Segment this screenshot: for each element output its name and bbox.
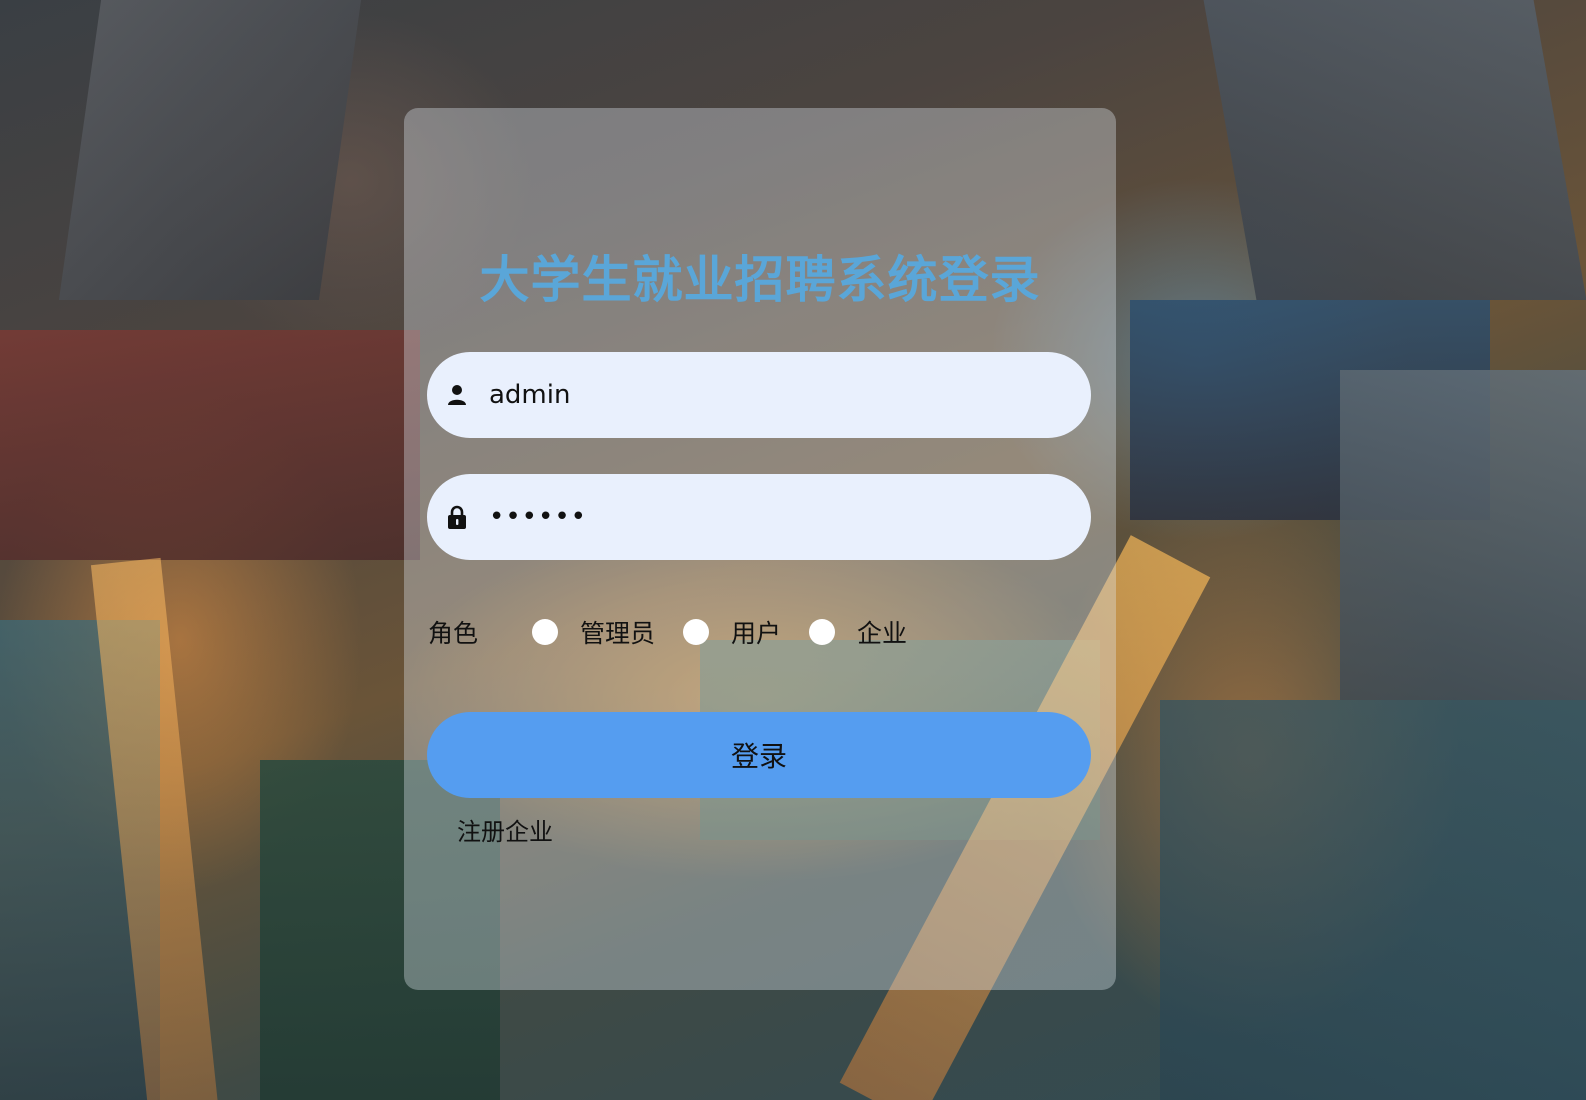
password-input[interactable] — [487, 501, 1071, 533]
register-company-link[interactable]: 注册企业 — [457, 812, 553, 847]
building — [1340, 370, 1586, 700]
building — [0, 330, 420, 560]
role-option-label: 企业 — [857, 619, 908, 648]
building — [1160, 700, 1586, 1100]
role-option-user[interactable]: 用户 — [683, 614, 781, 650]
role-option-admin[interactable]: 管理员 — [532, 614, 655, 650]
user-icon — [445, 383, 469, 407]
role-option-company[interactable]: 企业 — [809, 614, 907, 650]
login-button[interactable]: 登录 — [427, 712, 1091, 798]
page-title: 大学生就业招聘系统登录 — [479, 251, 1041, 309]
username-field[interactable] — [427, 352, 1091, 438]
lock-icon — [445, 505, 469, 529]
radio-button[interactable] — [809, 619, 836, 645]
radio-button[interactable] — [532, 619, 559, 645]
role-label: 角色 — [428, 619, 479, 648]
radio-button[interactable] — [683, 619, 710, 645]
role-option-label: 用户 — [731, 619, 782, 648]
password-field[interactable] — [427, 474, 1091, 560]
building — [1203, 0, 1586, 300]
username-input[interactable] — [487, 379, 1071, 411]
role-selector: 角色 管理员 用户 企业 — [428, 610, 935, 654]
role-option-label: 管理员 — [580, 619, 656, 648]
building — [58, 0, 362, 300]
